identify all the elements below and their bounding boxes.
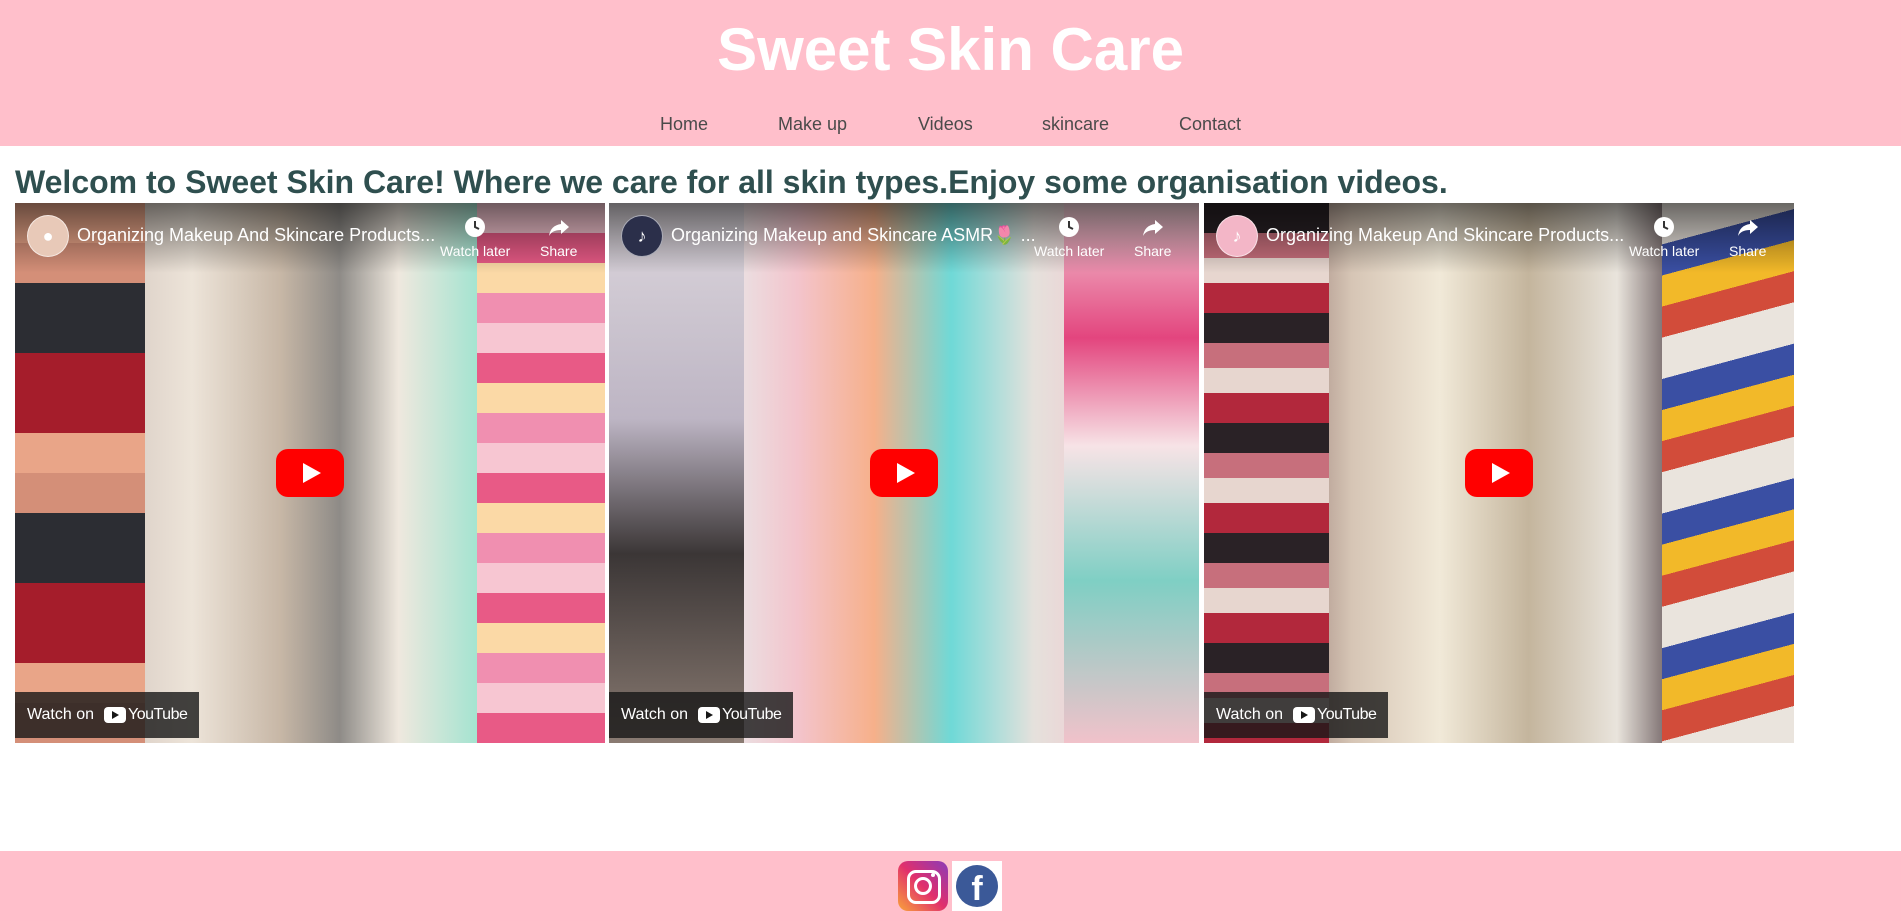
nav-contact-link[interactable]: Contact (1179, 112, 1241, 136)
facebook-icon[interactable]: f (952, 861, 1002, 911)
video-thumbnail-strip (477, 203, 605, 743)
play-button[interactable] (276, 449, 344, 497)
welcome-heading: Welcom to Sweet Skin Care! Where we care… (15, 164, 1448, 200)
share-button[interactable]: Share (1729, 215, 1766, 259)
youtube-logo: YouTube (104, 706, 188, 724)
watch-on-label: Watch on (27, 706, 94, 723)
watch-on-label: Watch on (1216, 706, 1283, 723)
tiktok-icon: ♪ (637, 225, 647, 246)
video-embed-3[interactable]: ♪ Organizing Makeup And Skincare Product… (1204, 203, 1794, 743)
play-button[interactable] (1465, 449, 1533, 497)
watch-on-youtube-button[interactable]: Watch on YouTube (609, 692, 794, 738)
video-thumbnail-strip (15, 203, 145, 743)
youtube-play-icon (1293, 707, 1315, 723)
watch-later-button[interactable]: Watch later (1034, 215, 1104, 259)
instagram-flash-dot (931, 873, 935, 877)
nav-videos-link[interactable]: Videos (918, 112, 973, 136)
video-thumbnail-strip (1204, 203, 1329, 743)
channel-avatar[interactable]: ● (27, 215, 69, 257)
nav-make-up-link[interactable]: Make up (778, 112, 847, 136)
youtube-play-icon (698, 707, 720, 723)
share-label: Share (1134, 243, 1172, 259)
watch-later-button[interactable]: Watch later (1629, 215, 1699, 259)
video-title[interactable]: Organizing Makeup and Skincare ASMR🌷 ... (671, 223, 1051, 247)
watch-later-label: Watch later (440, 243, 511, 259)
video-embed-1[interactable]: ● Organizing Makeup And Skincare Product… (15, 203, 605, 743)
youtube-logo: YouTube (1293, 706, 1377, 724)
video-title[interactable]: Organizing Makeup And Skincare Products.… (77, 223, 457, 247)
video-embed-2[interactable]: ♪ Organizing Makeup and Skincare ASMR🌷 .… (609, 203, 1199, 743)
site-header: Sweet Skin Care Home Make up Videos skin… (0, 0, 1901, 146)
share-button[interactable]: Share (1134, 215, 1171, 259)
channel-avatar[interactable]: ♪ (621, 215, 663, 257)
instagram-lens (914, 877, 932, 895)
clock-icon (1059, 217, 1080, 237)
play-button[interactable] (870, 449, 938, 497)
nav-home-link[interactable]: Home (660, 112, 708, 136)
youtube-logo-text: YouTube (1317, 706, 1377, 723)
main-nav: Home Make up Videos skincare Contact (0, 112, 1901, 136)
watch-later-label: Watch later (1034, 243, 1105, 259)
avatar-icon: ● (42, 225, 54, 246)
instagram-icon[interactable] (898, 861, 948, 911)
youtube-logo-text: YouTube (722, 706, 782, 723)
video-title[interactable]: Organizing Makeup And Skincare Products.… (1266, 223, 1646, 247)
site-footer: f (0, 851, 1901, 921)
share-label: Share (540, 243, 578, 259)
watch-later-label: Watch later (1629, 243, 1700, 259)
channel-avatar[interactable]: ♪ (1216, 215, 1258, 257)
video-thumbnail-strip (1662, 203, 1794, 743)
tiktok-icon: ♪ (1232, 225, 1242, 246)
youtube-logo: YouTube (698, 706, 782, 724)
youtube-play-icon (104, 707, 126, 723)
facebook-f-glyph: f (956, 865, 998, 907)
nav-skincare-link[interactable]: skincare (1042, 112, 1109, 136)
share-arrow-icon (548, 220, 569, 236)
share-arrow-icon (1142, 220, 1163, 236)
main-content: Welcom to Sweet Skin Care! Where we care… (0, 146, 1901, 851)
watch-on-label: Watch on (621, 706, 688, 723)
watch-on-youtube-button[interactable]: Watch on YouTube (15, 692, 200, 738)
watch-later-button[interactable]: Watch later (440, 215, 510, 259)
site-title: Sweet Skin Care (717, 16, 1184, 83)
youtube-logo-text: YouTube (128, 706, 188, 723)
share-button[interactable]: Share (540, 215, 577, 259)
clock-icon (1654, 217, 1675, 237)
watch-on-youtube-button[interactable]: Watch on YouTube (1204, 692, 1389, 738)
share-arrow-icon (1737, 220, 1758, 236)
share-label: Share (1729, 243, 1767, 259)
clock-icon (465, 217, 486, 237)
video-thumbnail-strip (609, 203, 744, 743)
video-thumbnail-strip (1064, 203, 1199, 743)
